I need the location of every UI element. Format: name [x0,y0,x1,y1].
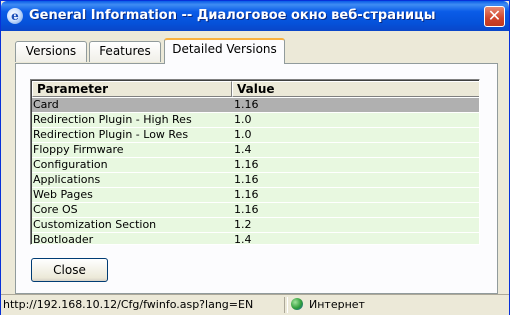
ie-icon: e [7,8,23,24]
table-row[interactable]: Redirection Plugin - Low Res 1.0 [32,128,479,143]
cell-value: 1.0 [234,128,252,141]
table-row[interactable]: Redirection Plugin - High Res 1.0 [32,113,479,128]
cell-parameter: Redirection Plugin - Low Res [33,128,189,141]
table-row[interactable]: Applications 1.16 [32,173,479,188]
column-header-parameter[interactable]: Parameter [32,81,232,97]
status-bar: http://192.168.10.12/Cfg/fwinfo.asp?lang… [1,294,509,315]
cell-value: 1.16 [234,203,259,216]
tab-detailed-versions[interactable]: Detailed Versions [164,38,285,64]
table-row[interactable]: Configuration 1.16 [32,158,479,173]
cell-value: 1.16 [234,173,259,186]
status-url: http://192.168.10.12/Cfg/fwinfo.asp?lang… [3,297,285,313]
tab-versions[interactable]: Versions [15,41,87,62]
cell-value: 1.2 [234,218,252,231]
cell-value: 1.16 [234,98,259,111]
table-row[interactable]: Card 1.16 [32,98,479,113]
globe-icon [291,298,303,310]
cell-parameter: Web Pages [33,188,93,201]
column-header-value[interactable]: Value [232,81,479,97]
table-row[interactable]: Core OS 1.16 [32,203,479,218]
table-row[interactable]: Floppy Firmware 1.4 [32,143,479,158]
table-row[interactable]: Web Pages 1.16 [32,188,479,203]
table-frame: Parameter Value Card 1.16 Redirection Plug… [31,80,479,244]
cell-parameter: Applications [33,173,101,186]
table-body: Card 1.16 Redirection Plugin - High Res 1.0… [32,98,479,245]
status-zone-label: Интернет [309,298,365,311]
table-row[interactable]: Customization Section 1.2 [32,218,479,233]
cell-parameter: Core OS [33,203,78,216]
table-row[interactable]: Bootloader 1.4 [32,233,479,245]
cell-value: 1.16 [234,188,259,201]
window-close-button[interactable]: ✕ [484,6,505,27]
cell-parameter: Floppy Firmware [33,143,124,156]
cell-parameter: Configuration [33,158,108,171]
status-zone: Интернет [291,297,365,313]
tab-features[interactable]: Features [89,41,161,62]
cell-parameter: Bootloader [33,233,94,245]
close-button[interactable]: Close [31,258,108,282]
cell-value: 1.16 [234,158,259,171]
title-bar[interactable]: e General Information -- Диалоговое окно… [1,1,509,31]
dialog-window: e General Information -- Диалоговое окно… [0,0,510,315]
cell-parameter: Customization Section [33,218,157,231]
cell-parameter: Card [33,98,59,111]
status-divider [287,297,288,313]
cell-value: 1.4 [234,143,252,156]
cell-value: 1.0 [234,113,252,126]
table-header: Parameter Value [32,81,479,97]
cell-value: 1.4 [234,233,252,245]
versions-table[interactable]: Parameter Value Card 1.16 Redirection Plug… [30,79,480,245]
cell-parameter: Redirection Plugin - High Res [33,113,192,126]
window-title: General Information -- Диалоговое окно в… [29,8,436,23]
